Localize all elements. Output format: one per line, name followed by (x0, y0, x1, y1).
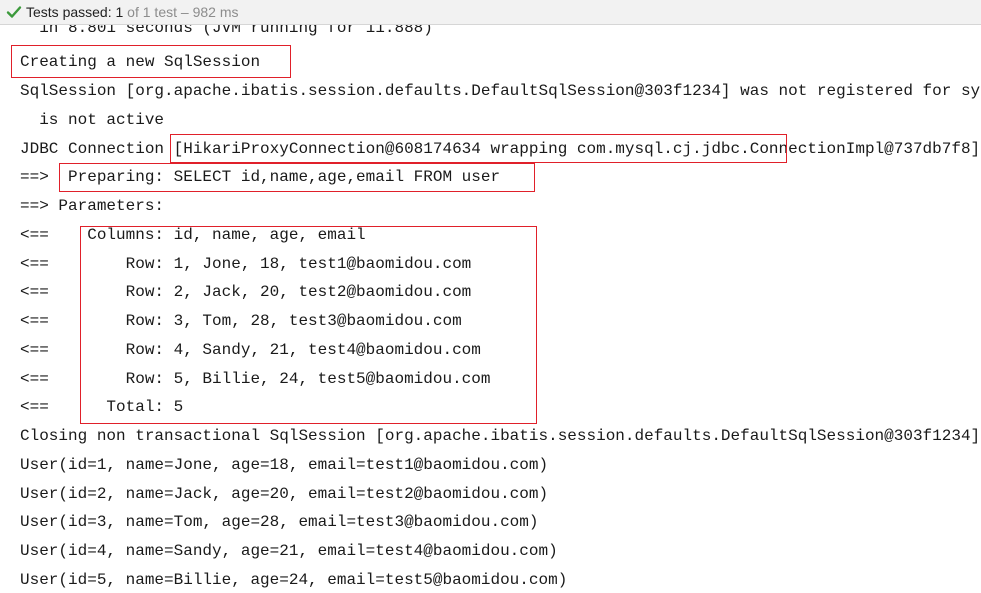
test-runner-window: Tests passed: 1 of 1 test – 982 ms in 8.… (0, 0, 981, 593)
console-line: is not active (20, 111, 165, 129)
console-line: <== Row: 5, Billie, 24, test5@baomidou.c… (20, 370, 491, 388)
console-line: ==> Preparing: SELECT id,name,age,email … (20, 168, 501, 186)
console-line: ==> Parameters: (20, 197, 174, 215)
console-line: <== Total: 5 (20, 398, 184, 416)
check-icon (6, 6, 22, 18)
tests-total-label: of 1 test (123, 4, 177, 20)
console-line: Closing non transactional SqlSession [or… (20, 427, 981, 445)
console-line: <== Columns: id, name, age, email (20, 226, 366, 244)
tests-passed-label: Tests passed: (26, 4, 116, 20)
console-line: <== Row: 2, Jack, 20, test2@baomidou.com (20, 283, 472, 301)
console-line: <== Row: 1, Jone, 18, test1@baomidou.com (20, 255, 472, 273)
console-line: SqlSession [org.apache.ibatis.session.de… (20, 82, 981, 100)
console-line: User(id=1, name=Jone, age=18, email=test… (20, 456, 549, 474)
test-duration: – 982 ms (177, 4, 239, 20)
console-line: Creating a new SqlSession (20, 53, 261, 71)
test-status-bar: Tests passed: 1 of 1 test – 982 ms (0, 0, 981, 25)
console-output[interactable]: in 8.801 seconds (JVM running for 11.888… (0, 25, 981, 593)
console-line: <== Row: 3, Tom, 28, test3@baomidou.com (20, 312, 462, 330)
console-line: <== Row: 4, Sandy, 21, test4@baomidou.co… (20, 341, 481, 359)
console-line: JDBC Connection [HikariProxyConnection@6… (20, 140, 981, 158)
console-line: User(id=2, name=Jack, age=20, email=test… (20, 485, 549, 503)
console-line: User(id=5, name=Billie, age=24, email=te… (20, 571, 568, 589)
console-line: User(id=3, name=Tom, age=28, email=test3… (20, 513, 539, 531)
console-line: in 8.801 seconds (JVM running for 11.888… (20, 25, 433, 37)
test-status-text: Tests passed: 1 of 1 test – 982 ms (26, 0, 238, 25)
console-line: User(id=4, name=Sandy, age=21, email=tes… (20, 542, 558, 560)
